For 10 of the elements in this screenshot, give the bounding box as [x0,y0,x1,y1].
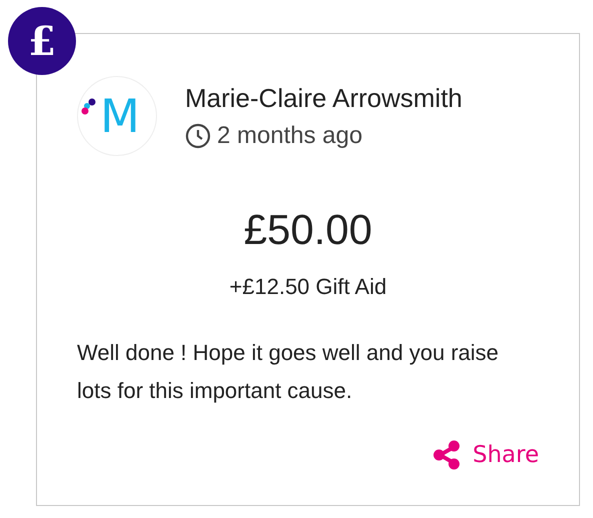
pound-badge: £ [8,7,76,75]
share-button[interactable]: Share [432,440,539,470]
gift-aid: +£12.50 Gift Aid [228,274,388,300]
share-icon [432,440,461,470]
clock-icon [185,122,211,148]
donation-time: 2 months ago [217,122,362,150]
avatar-logo: M [77,76,157,156]
donor-name: Marie-Claire Arrowsmith [185,82,462,114]
donation-amount: £50.00 [242,206,374,254]
donation-message: Well done ! Hope it goes well and you raise lots for this important cause. [77,339,500,405]
